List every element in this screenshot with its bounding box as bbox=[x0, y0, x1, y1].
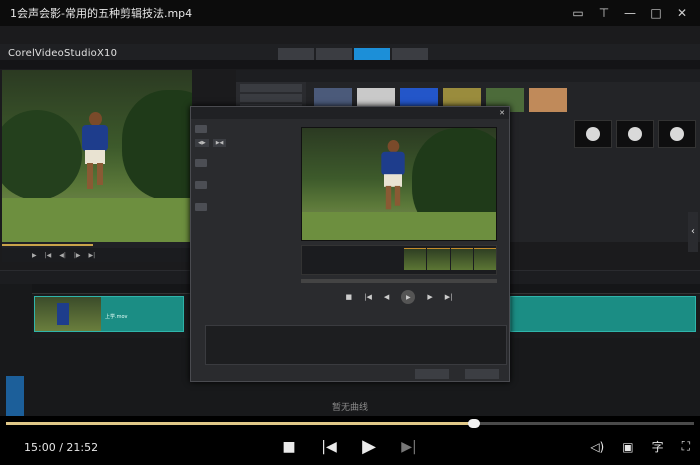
play-icon[interactable]: ▶ bbox=[360, 436, 378, 457]
skip-start-icon[interactable]: |◀ bbox=[364, 293, 372, 301]
clip-label: 上学.mov bbox=[105, 314, 128, 320]
mini-button[interactable]: ◀▶ bbox=[195, 139, 209, 147]
pin-icon[interactable]: ⊤ bbox=[598, 7, 610, 19]
player-title-bar: 1会声会影-常用的五种剪辑技法.mp4 ▭ ⊤ — □ ✕ bbox=[0, 0, 700, 26]
subtitle-button[interactable]: 字 bbox=[652, 438, 664, 455]
screen-icon[interactable]: ▣ bbox=[622, 440, 633, 454]
dialog-controls: ■ |◀ ◀ ▶ ▶ ▶| bbox=[301, 289, 497, 305]
app-menu-bar bbox=[0, 60, 700, 69]
dialog-option[interactable] bbox=[195, 181, 295, 189]
media-thumb[interactable] bbox=[529, 88, 567, 112]
mini-button[interactable]: ▶◀ bbox=[212, 139, 227, 147]
skip-start-icon[interactable]: |◀ bbox=[45, 252, 52, 259]
progress-played bbox=[6, 422, 474, 425]
time-display: 15:00 / 21:52 bbox=[0, 441, 200, 454]
fullscreen-icon[interactable]: ⛶ bbox=[682, 439, 690, 454]
step-back-icon[interactable]: ◀ bbox=[384, 293, 389, 301]
time-current: 15:00 bbox=[24, 441, 56, 454]
chevron-left-icon[interactable]: ‹ bbox=[688, 212, 698, 252]
video-frame[interactable]: CorelVideoStudioX10 ▶ |◀ ◀| |▶ ▶| 上学.mov… bbox=[0, 26, 700, 416]
player-controls: 15:00 / 21:52 ■ |◀ ▶ ▶| ◁) ▣ 字 ⛶ bbox=[0, 430, 700, 465]
library-toolbar bbox=[236, 70, 700, 82]
dialog-option[interactable] bbox=[195, 159, 295, 167]
skip-end-icon[interactable]: ▶| bbox=[445, 293, 453, 301]
video-preview bbox=[2, 70, 192, 242]
stop-icon[interactable]: ■ bbox=[346, 293, 353, 301]
maximize-icon[interactable]: □ bbox=[650, 7, 662, 19]
no-curve-label: 暂无曲线 bbox=[331, 403, 368, 413]
audio-thumb[interactable] bbox=[616, 120, 654, 148]
settings-icon bbox=[195, 203, 207, 211]
timeline-clip[interactable]: 上学.mov bbox=[34, 296, 184, 332]
step-back-icon[interactable]: ◀| bbox=[59, 252, 66, 259]
timeline-clip[interactable] bbox=[510, 296, 696, 332]
minimize-icon[interactable]: — bbox=[624, 7, 636, 19]
dialog-option[interactable] bbox=[195, 125, 295, 133]
progress-knob[interactable] bbox=[467, 419, 480, 428]
dialog-preview bbox=[301, 127, 497, 241]
tab-capture[interactable] bbox=[278, 48, 314, 60]
video-title: 1会声会影-常用的五种剪辑技法.mp4 bbox=[10, 7, 193, 20]
stop-icon[interactable]: ■ bbox=[280, 439, 298, 455]
tab-active[interactable] bbox=[354, 48, 390, 60]
dialog-option[interactable] bbox=[195, 203, 295, 211]
time-separator: / bbox=[55, 441, 67, 454]
preview-controls: ▶ |◀ ◀| |▶ ▶| bbox=[2, 248, 192, 262]
boy-figure bbox=[80, 112, 110, 192]
time-total: 21:52 bbox=[66, 441, 99, 454]
dialog-scrubber[interactable] bbox=[301, 279, 497, 283]
next-icon[interactable]: ▶| bbox=[400, 439, 418, 455]
app-logo: CorelVideoStudioX10 bbox=[8, 48, 118, 59]
multi-trim-dialog: ✕ ◀▶ ▶◀ ■ |◀ ◀ ▶ ▶ ▶| bbox=[190, 106, 510, 382]
dialog-filmstrip[interactable] bbox=[301, 245, 497, 275]
close-icon[interactable]: ✕ bbox=[499, 109, 505, 117]
audio-thumb[interactable] bbox=[658, 120, 696, 148]
film-icon bbox=[195, 159, 207, 167]
trimmed-list[interactable] bbox=[205, 325, 507, 365]
play-icon[interactable]: ▶ bbox=[32, 252, 37, 259]
play-icon[interactable]: ▶ bbox=[401, 290, 416, 304]
close-icon[interactable]: ✕ bbox=[676, 7, 688, 19]
folder-icon[interactable]: ▭ bbox=[572, 7, 584, 19]
audio-thumb[interactable] bbox=[574, 120, 612, 148]
step-forward-icon[interactable]: |▶ bbox=[74, 252, 81, 259]
dialog-title bbox=[191, 107, 509, 119]
app-tabs bbox=[278, 48, 428, 60]
cancel-button[interactable] bbox=[465, 369, 499, 379]
previous-icon[interactable]: |◀ bbox=[320, 439, 338, 455]
tab-share[interactable] bbox=[392, 48, 428, 60]
ok-button[interactable] bbox=[415, 369, 449, 379]
volume-icon[interactable]: ◁) bbox=[590, 440, 604, 454]
tab-edit[interactable] bbox=[316, 48, 352, 60]
filter-icon bbox=[195, 181, 207, 189]
skip-end-icon[interactable]: ▶| bbox=[89, 252, 96, 259]
scene-icon bbox=[195, 125, 207, 133]
player-progress[interactable] bbox=[6, 419, 694, 428]
step-forward-icon[interactable]: ▶ bbox=[427, 293, 432, 301]
